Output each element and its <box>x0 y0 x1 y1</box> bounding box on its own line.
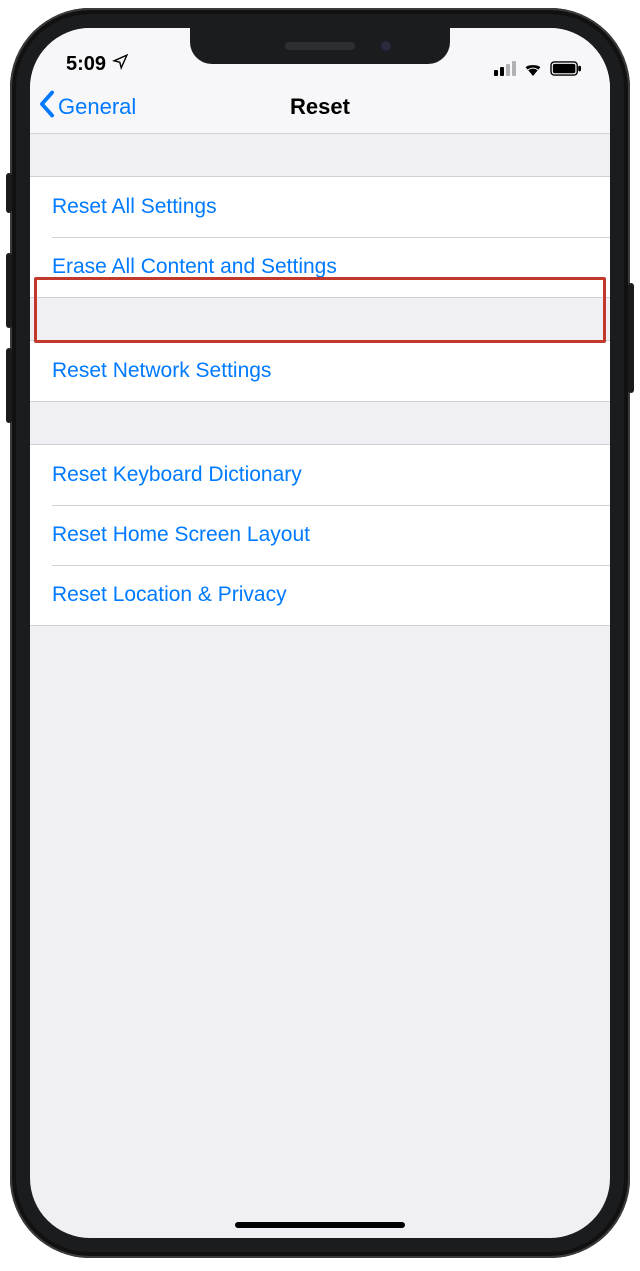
front-camera <box>380 40 392 52</box>
volume-up-button <box>6 253 12 328</box>
mute-switch <box>6 173 12 213</box>
content-area: Reset All Settings Erase All Content and… <box>30 176 610 626</box>
nav-bar: General Reset <box>30 80 610 134</box>
device-frame: 5:09 Gen <box>10 8 630 1258</box>
location-icon <box>112 53 129 76</box>
row-label: Erase All Content and Settings <box>52 255 337 279</box>
back-label: General <box>58 94 136 120</box>
power-button <box>628 283 634 393</box>
erase-all-content[interactable]: Erase All Content and Settings <box>30 237 610 297</box>
battery-icon <box>550 61 582 76</box>
back-button[interactable]: General <box>38 90 136 124</box>
screen: 5:09 Gen <box>30 28 610 1238</box>
reset-home-screen-layout[interactable]: Reset Home Screen Layout <box>30 505 610 565</box>
wifi-icon <box>522 60 544 76</box>
page-title: Reset <box>290 94 350 120</box>
volume-down-button <box>6 348 12 423</box>
row-label: Reset Location & Privacy <box>52 583 287 607</box>
row-label: Reset Home Screen Layout <box>52 523 310 547</box>
chevron-left-icon <box>38 90 56 124</box>
home-indicator[interactable] <box>235 1222 405 1228</box>
reset-location-privacy[interactable]: Reset Location & Privacy <box>30 565 610 625</box>
speaker-grill <box>285 42 355 50</box>
reset-network-settings[interactable]: Reset Network Settings <box>30 341 610 401</box>
settings-group-2: Reset Network Settings <box>30 340 610 402</box>
cellular-signal-icon <box>494 61 516 76</box>
settings-group-1: Reset All Settings Erase All Content and… <box>30 176 610 298</box>
settings-group-3: Reset Keyboard Dictionary Reset Home Scr… <box>30 444 610 626</box>
row-label: Reset Network Settings <box>52 359 271 383</box>
row-label: Reset All Settings <box>52 195 217 219</box>
reset-all-settings[interactable]: Reset All Settings <box>30 177 610 237</box>
reset-keyboard-dictionary[interactable]: Reset Keyboard Dictionary <box>30 445 610 505</box>
notch <box>190 28 450 64</box>
row-label: Reset Keyboard Dictionary <box>52 463 302 487</box>
status-time: 5:09 <box>66 53 106 76</box>
